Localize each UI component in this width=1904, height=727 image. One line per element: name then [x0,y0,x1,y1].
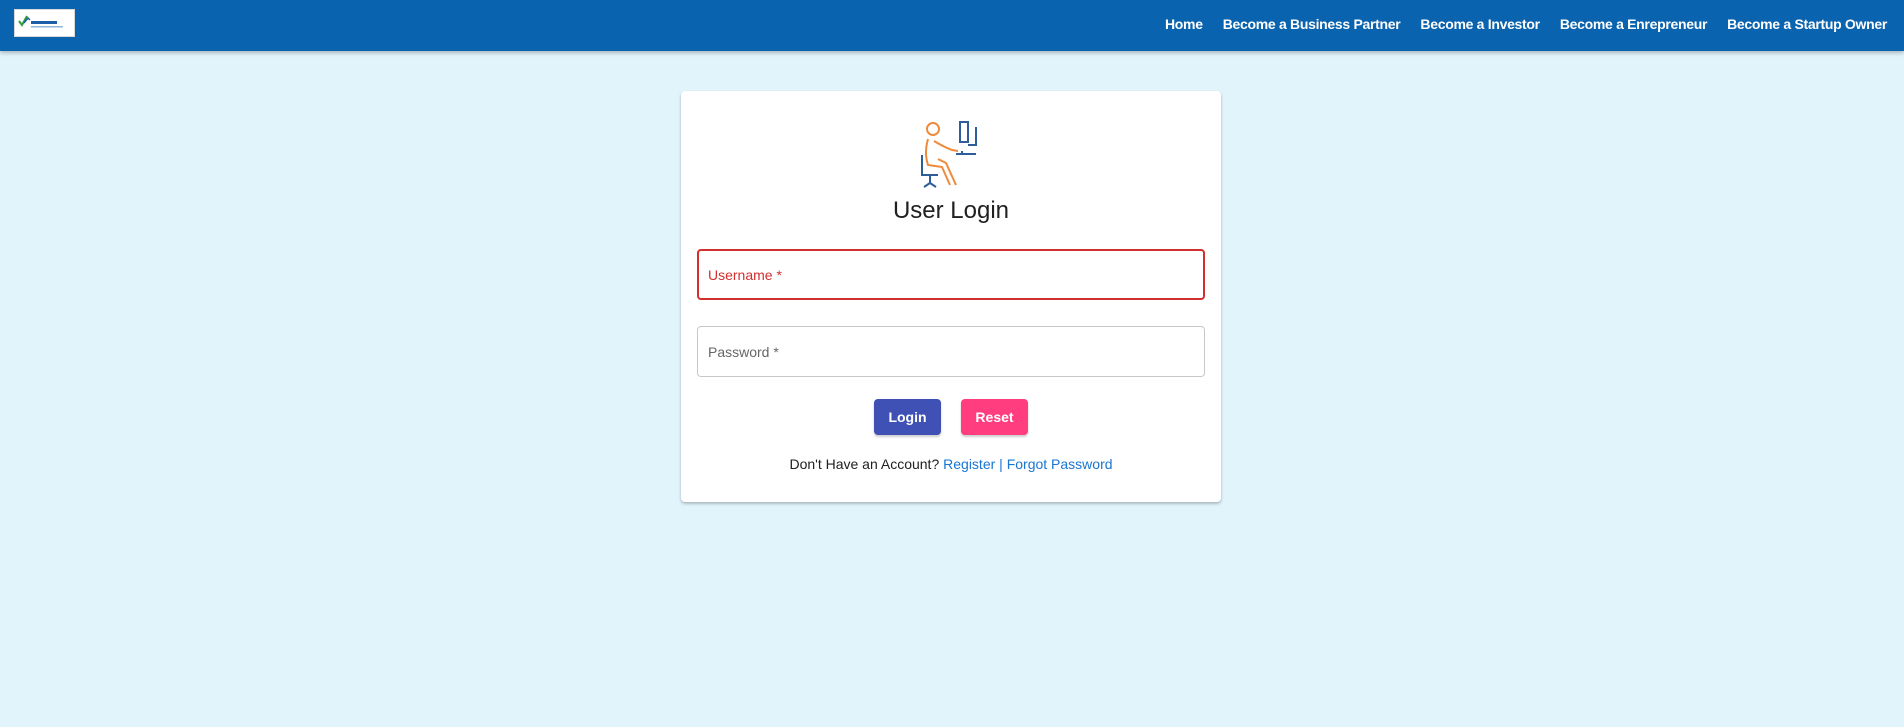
reset-button[interactable]: Reset [961,399,1028,435]
nav-investor[interactable]: Become a Investor [1420,16,1540,32]
password-input[interactable] [698,327,1204,376]
nav-business-partner[interactable]: Become a Business Partner [1223,16,1401,32]
logo-mark-icon [18,15,63,28]
nav-home[interactable]: Home [1165,16,1203,32]
account-links: Don't Have an Account? Register | Forgot… [681,456,1221,472]
person-at-computer-icon [916,117,986,189]
entrefusion-logo[interactable] [14,9,75,37]
username-input[interactable] [699,251,1203,298]
login-card: User Login Username * Password * Login R… [681,91,1221,502]
forgot-password-link[interactable]: Forgot Password [1007,456,1113,472]
account-prompt: Don't Have an Account? [789,456,940,472]
password-field[interactable]: Password * [697,326,1205,377]
nav-startup-owner[interactable]: Become a Startup Owner [1727,16,1887,32]
login-button[interactable]: Login [874,399,941,435]
link-separator: | [999,456,1003,472]
page-title: User Login [892,197,1010,224]
username-field[interactable]: Username * [697,249,1205,300]
register-link[interactable]: Register [943,456,995,472]
top-navbar: Home Become a Business Partner Become a … [0,0,1904,51]
nav-links: Home Become a Business Partner Become a … [1165,0,1887,47]
nav-entrepreneur[interactable]: Become a Enrepreneur [1560,16,1708,32]
